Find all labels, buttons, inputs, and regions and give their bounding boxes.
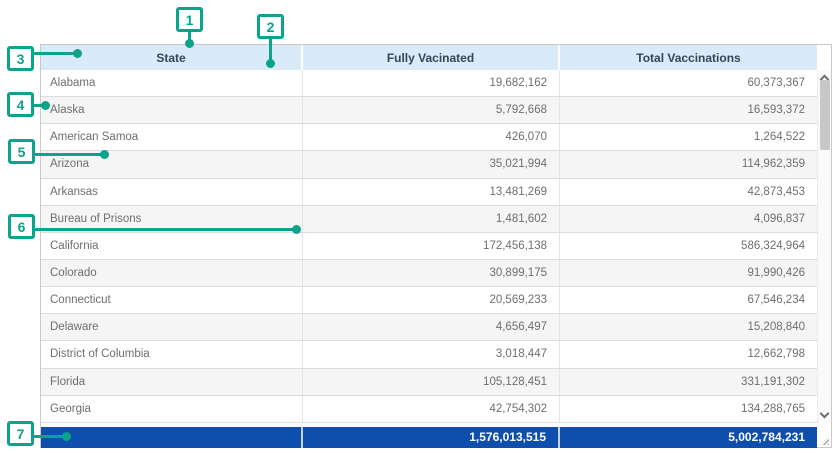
state-cell: Arkansas: [41, 179, 303, 205]
callout-7-box: 7: [7, 421, 34, 446]
table-row[interactable]: Delaware 4,656,497 15,208,840: [41, 314, 817, 341]
callout-2-dot: [266, 59, 275, 68]
table-row[interactable]: Arkansas 13,481,269 42,873,453: [41, 179, 817, 206]
callout-5-box: 5: [8, 139, 35, 164]
state-cell: Alaska: [41, 97, 303, 123]
fully-vaccinated-cell: 5,792,668: [303, 97, 560, 123]
state-cell: District of Columbia: [41, 341, 303, 367]
resize-grip-icon[interactable]: [820, 436, 829, 445]
total-vaccinations-cell: 15,208,840: [560, 314, 817, 340]
callout-5-dot: [100, 150, 109, 159]
table-row[interactable]: Georgia 42,754,302 134,288,765: [41, 396, 817, 423]
callout-3-dot: [73, 49, 82, 58]
table-row[interactable]: Alaska 5,792,668 16,593,372: [41, 97, 817, 124]
callout-4-dot: [41, 101, 50, 110]
callout-6-box: 6: [8, 214, 35, 239]
callout-5-connector: [34, 153, 105, 156]
summary-fully-vaccinated: 1,576,013,515: [303, 427, 560, 448]
total-vaccinations-cell: 1,264,522: [560, 124, 817, 150]
chevron-down-icon[interactable]: [820, 409, 830, 419]
callout-6-connector: [34, 228, 297, 231]
total-vaccinations-cell: 586,324,964: [560, 233, 817, 259]
callout-6-dot: [292, 225, 301, 234]
state-cell: Delaware: [41, 314, 303, 340]
total-vaccinations-cell: 12,662,798: [560, 341, 817, 367]
fully-vaccinated-cell: 35,021,994: [303, 151, 560, 177]
fully-vaccinated-cell: 3,018,447: [303, 341, 560, 367]
fully-vaccinated-cell: 1,481,602: [303, 206, 560, 232]
state-cell: Alabama: [41, 70, 303, 96]
state-cell: Connecticut: [41, 287, 303, 313]
fully-vaccinated-cell: 20,569,233: [303, 287, 560, 313]
callout-3-box: 3: [7, 46, 34, 71]
summary-row: 1,576,013,515 5,002,784,231: [41, 427, 817, 448]
callout-7-dot: [62, 432, 71, 441]
state-cell: California: [41, 233, 303, 259]
vaccinations-table: State Fully Vacinated Total Vaccinations…: [40, 44, 832, 448]
fully-vaccinated-cell: 426,070: [303, 124, 560, 150]
total-vaccinations-cell: 4,096,837: [560, 206, 817, 232]
summary-total-vaccinations: 5,002,784,231: [560, 427, 817, 448]
total-vaccinations-cell: 91,990,426: [560, 260, 817, 286]
fully-vaccinated-cell: 13,481,269: [303, 179, 560, 205]
table-body: Alabama 19,682,162 60,373,367 Alaska 5,7…: [41, 70, 817, 423]
vertical-scrollbar[interactable]: [817, 70, 831, 423]
callout-1-box: 1: [176, 7, 203, 32]
total-vaccinations-cell: 134,288,765: [560, 396, 817, 422]
table-row[interactable]: Florida 105,128,451 331,191,302: [41, 369, 817, 396]
callout-2-box: 2: [257, 14, 284, 39]
fully-vaccinated-cell: 42,754,302: [303, 396, 560, 422]
state-cell: Georgia: [41, 396, 303, 422]
state-cell: Colorado: [41, 260, 303, 286]
column-header-total-vaccinations[interactable]: Total Vaccinations: [560, 45, 817, 70]
fully-vaccinated-cell: 30,899,175: [303, 260, 560, 286]
total-vaccinations-cell: 16,593,372: [560, 97, 817, 123]
state-cell: Florida: [41, 369, 303, 395]
table-row[interactable]: American Samoa 426,070 1,264,522: [41, 124, 817, 151]
table-row[interactable]: Arizona 35,021,994 114,962,359: [41, 151, 817, 178]
table-row[interactable]: Connecticut 20,569,233 67,546,234: [41, 287, 817, 314]
total-vaccinations-cell: 42,873,453: [560, 179, 817, 205]
fully-vaccinated-cell: 105,128,451: [303, 369, 560, 395]
table-row[interactable]: District of Columbia 3,018,447 12,662,79…: [41, 341, 817, 368]
table-row[interactable]: Colorado 30,899,175 91,990,426: [41, 260, 817, 287]
callout-4-box: 4: [7, 92, 34, 117]
state-cell: American Samoa: [41, 124, 303, 150]
callout-3-connector: [33, 52, 78, 55]
total-vaccinations-cell: 114,962,359: [560, 151, 817, 177]
fully-vaccinated-cell: 4,656,497: [303, 314, 560, 340]
callout-1-dot: [185, 39, 194, 48]
table-row[interactable]: Alabama 19,682,162 60,373,367: [41, 70, 817, 97]
fully-vaccinated-cell: 172,456,138: [303, 233, 560, 259]
summary-state-cell: [41, 427, 303, 448]
total-vaccinations-cell: 331,191,302: [560, 369, 817, 395]
total-vaccinations-cell: 60,373,367: [560, 70, 817, 96]
table-row[interactable]: California 172,456,138 586,324,964: [41, 233, 817, 260]
total-vaccinations-cell: 67,546,234: [560, 287, 817, 313]
scrollbar-thumb[interactable]: [820, 80, 830, 150]
column-header-state[interactable]: State: [41, 45, 303, 70]
column-header-fully-vaccinated[interactable]: Fully Vacinated: [303, 45, 560, 70]
fully-vaccinated-cell: 19,682,162: [303, 70, 560, 96]
table-header-row: State Fully Vacinated Total Vaccinations: [41, 45, 831, 70]
